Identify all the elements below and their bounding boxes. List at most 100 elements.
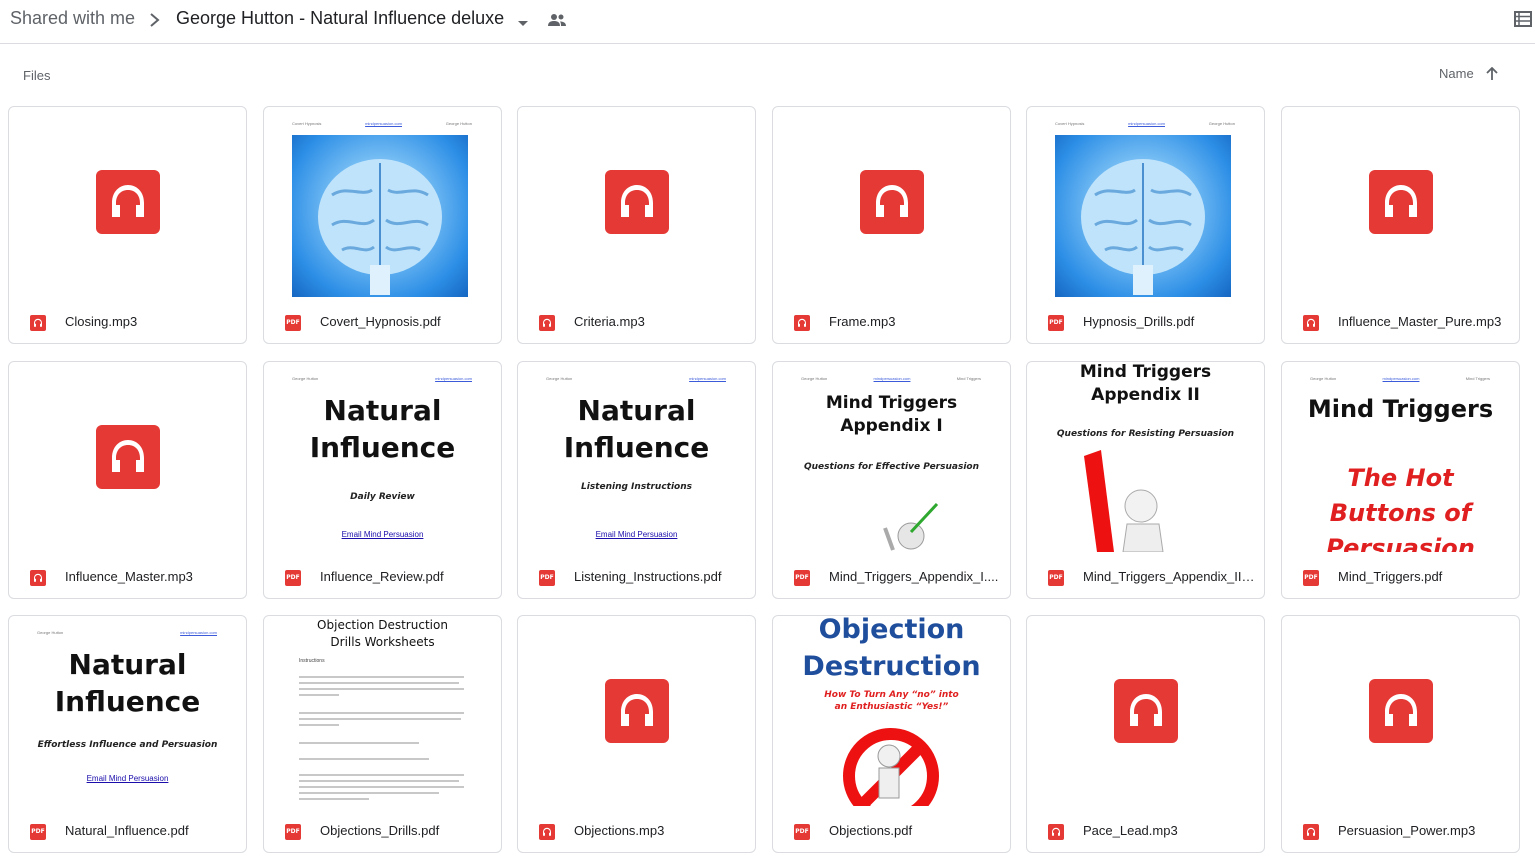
file-thumbnail[interactable]: George Hutton mindpersuasion.com Natural … [518,362,755,552]
breadcrumb-shared-with-me[interactable]: Shared with me [10,8,135,29]
file-card[interactable]: Covert Hypnosis mindpersuasion.com George … [263,106,502,344]
file-name[interactable]: Influence_Master.mp3 [65,569,237,584]
file-card[interactable]: Mind Triggers Appendix II Questions for … [1026,361,1265,599]
worksheet-section-label: Instructions [299,658,325,664]
text-line [299,676,464,678]
text-line [299,742,419,744]
list-view-toggle-icon[interactable] [1514,11,1532,32]
page-header-link: mindpersuasion.com [689,376,726,381]
file-thumbnail[interactable] [518,616,755,806]
text-line [299,724,339,726]
file-name[interactable]: Closing.mp3 [65,314,237,329]
file-thumbnail[interactable] [9,107,246,297]
file-thumbnail[interactable]: Covert Hypnosis mindpersuasion.com George … [264,107,501,297]
file-name[interactable]: Mind_Triggers_Appendix_I.... [829,569,1001,584]
file-thumbnail[interactable]: George Hutton mindpersuasion.com Natural … [9,616,246,806]
page-header-link: mindpersuasion.com [365,121,402,126]
text-line [299,780,459,782]
file-thumbnail[interactable] [1282,616,1519,806]
file-card[interactable]: Objection Destruction How To Turn Any “n… [772,615,1011,853]
file-name[interactable]: Pace_Lead.mp3 [1083,823,1255,838]
file-card[interactable]: Criteria.mp3 [517,106,756,344]
file-card[interactable]: Objections.mp3 [517,615,756,853]
text-line [299,758,429,760]
file-name[interactable]: Mind_Triggers.pdf [1338,569,1510,584]
file-card[interactable]: Influence_Master_Pure.mp3 [1281,106,1520,344]
page-red-line3: Persuasion [1326,534,1475,552]
file-thumbnail[interactable] [1027,616,1264,806]
red-pencil-figure-image [1084,450,1164,552]
file-name[interactable]: Listening_Instructions.pdf [574,569,746,584]
text-line [299,786,464,788]
file-name[interactable]: Influence_Review.pdf [320,569,492,584]
brain-image [1055,135,1231,297]
shared-people-icon[interactable] [548,13,566,32]
file-card[interactable]: Influence_Master.mp3 [8,361,247,599]
file-card[interactable]: George Hutton mindpersuasion.com Natural … [517,361,756,599]
audio-file-icon [96,425,160,489]
audio-type-icon [30,570,46,586]
audio-file-icon [1369,679,1433,743]
file-name[interactable]: Covert_Hypnosis.pdf [320,314,492,329]
file-thumbnail[interactable]: Mind Triggers Appendix II Questions for … [1027,362,1264,552]
file-thumbnail[interactable] [1282,107,1519,297]
file-card[interactable]: Persuasion_Power.mp3 [1281,615,1520,853]
file-thumbnail[interactable]: Objection Destruction Drills Worksheets … [264,616,501,806]
file-card[interactable]: Frame.mp3 [772,106,1011,344]
page-header-left: George Hutton [37,630,64,635]
file-card[interactable]: Closing.mp3 [8,106,247,344]
page-title-line2: Influence [563,431,710,464]
file-name[interactable]: Influence_Master_Pure.mp3 [1338,314,1510,329]
page-title-line2: Drills Worksheets [330,635,435,649]
text-line [299,792,439,794]
chevron-right-icon [148,11,162,34]
page-title: Mind Triggers [1307,395,1494,423]
text-line [299,718,461,720]
page-title-line1: Natural [68,648,187,681]
file-name[interactable]: Hypnosis_Drills.pdf [1083,314,1255,329]
page-header-left: Covert Hypnosis [1055,121,1085,126]
pdf-type-icon: PDF [1048,570,1064,586]
brain-image [292,135,468,297]
file-name[interactable]: Objections_Drills.pdf [320,823,492,838]
file-card[interactable]: George Hutton mindpersuasion.com Natural … [8,615,247,853]
file-name[interactable]: Criteria.mp3 [574,314,746,329]
file-name[interactable]: Frame.mp3 [829,314,1001,329]
page-header-left: George Hutton [1310,376,1337,381]
pdf-type-icon: PDF [285,824,301,840]
file-thumbnail[interactable]: George Hutton mindpersuasion.com Mind Trig… [773,362,1010,552]
file-name[interactable]: Persuasion_Power.mp3 [1338,823,1510,838]
page-header-left: George Hutton [801,376,828,381]
file-thumbnail[interactable]: George Hutton mindpersuasion.com Mind Trig… [1282,362,1519,552]
sort-control[interactable]: Name [1439,66,1498,81]
file-card[interactable]: Pace_Lead.mp3 [1026,615,1265,853]
page-link: Email Mind Persuasion [86,774,169,783]
file-name[interactable]: Objections.pdf [829,823,1001,838]
file-thumbnail[interactable]: Objection Destruction How To Turn Any “n… [773,616,1010,806]
file-thumbnail[interactable] [518,107,755,297]
file-thumbnail[interactable] [9,362,246,552]
file-card[interactable]: George Hutton mindpersuasion.com Mind Trig… [1281,361,1520,599]
text-line [299,694,339,696]
audio-file-icon [1114,679,1178,743]
sort-ascending-arrow-icon[interactable] [1486,66,1498,81]
page-title-line2: Appendix I [840,416,943,436]
file-thumbnail[interactable]: George Hutton mindpersuasion.com Natural … [264,362,501,552]
folder-menu-dropdown-icon[interactable] [517,15,529,33]
file-name[interactable]: Mind_Triggers_Appendix_II.... [1083,569,1255,584]
page-title-line2: Destruction [802,651,981,682]
file-name[interactable]: Natural_Influence.pdf [65,823,237,838]
file-thumbnail[interactable] [773,107,1010,297]
breadcrumb-current-folder[interactable]: George Hutton - Natural Influence deluxe [176,8,504,29]
page-red-line2: Buttons of [1329,499,1472,527]
file-card[interactable]: George Hutton mindpersuasion.com Mind Trig… [772,361,1011,599]
audio-type-icon [539,824,555,840]
audio-type-icon [1303,315,1319,331]
file-thumbnail[interactable]: Covert Hypnosis mindpersuasion.com George … [1027,107,1264,297]
file-name[interactable]: Objections.mp3 [574,823,746,838]
file-card[interactable]: Objection Destruction Drills Worksheets … [263,615,502,853]
page-header-right: Mind Triggers [956,376,981,381]
file-card[interactable]: Covert Hypnosis mindpersuasion.com George … [1026,106,1265,344]
sort-label[interactable]: Name [1439,66,1474,81]
file-card[interactable]: George Hutton mindpersuasion.com Natural … [263,361,502,599]
